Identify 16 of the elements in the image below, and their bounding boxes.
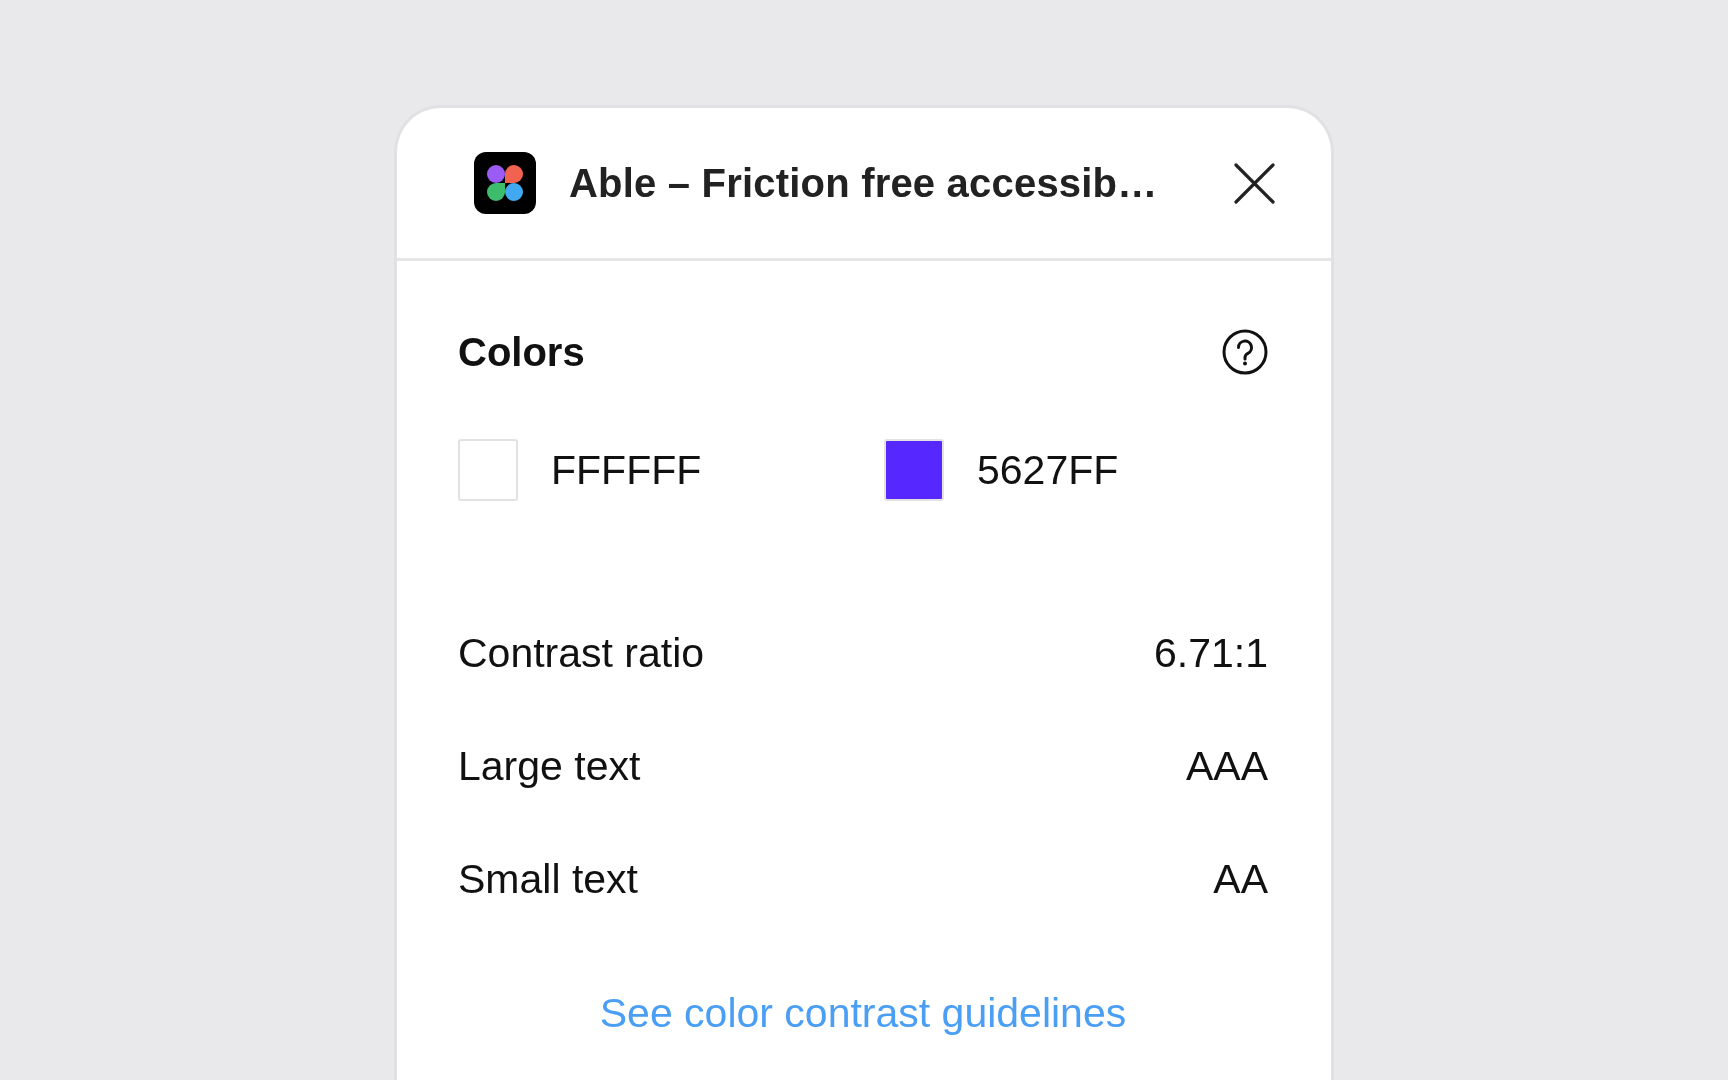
metric-value: AAA: [1185, 742, 1268, 790]
help-icon: [1222, 329, 1268, 375]
color-code: FFFFFF: [551, 446, 702, 494]
color-code: 5627FF: [977, 446, 1119, 494]
metric-label: Large text: [458, 742, 641, 790]
close-icon: [1234, 162, 1275, 204]
metric-label: Contrast ratio: [458, 629, 705, 677]
app-logo-icon: [474, 152, 536, 214]
section-title: Colors: [458, 329, 585, 375]
guidelines-link[interactable]: See color contrast guidelines: [599, 990, 1127, 1037]
panel-title: Able – Friction free accessib…: [569, 160, 1159, 206]
metric-value: 6.71:1: [1154, 629, 1268, 677]
metric-value: AA: [1213, 855, 1268, 903]
help-button[interactable]: [1222, 329, 1268, 375]
metric-label: Small text: [458, 855, 638, 903]
close-button[interactable]: [1234, 162, 1275, 204]
